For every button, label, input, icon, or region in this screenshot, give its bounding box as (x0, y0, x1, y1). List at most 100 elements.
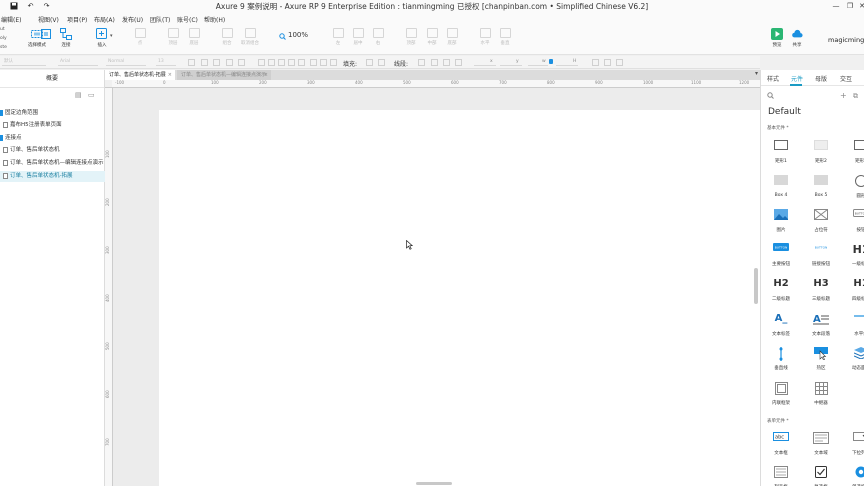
widget-vline[interactable]: 垂直线 (763, 347, 799, 371)
widget-paragraph[interactable]: A 文本段落 (803, 313, 839, 337)
tab-close-icon[interactable]: × (168, 70, 172, 80)
folder-row[interactable]: 连接点 (0, 133, 105, 144)
insert-dropdown-icon[interactable]: ▾ (110, 33, 113, 39)
menu-team[interactable]: 团队(T) (150, 15, 170, 24)
widget-hline[interactable]: 水平线 (843, 313, 864, 337)
copy-label[interactable]: oly (0, 36, 7, 41)
add-library-icon[interactable]: + (840, 91, 847, 100)
fill-color-swatch[interactable] (366, 59, 373, 66)
group-tool[interactable]: 组合 (216, 28, 238, 46)
cut-label[interactable]: ut (0, 27, 5, 32)
menu-layout[interactable]: 布局(A) (94, 15, 115, 24)
tab-close-icon[interactable]: × (264, 70, 268, 80)
tab-list-icon[interactable]: ▾ (755, 70, 758, 77)
menu-publish[interactable]: 发布(U) (122, 15, 143, 24)
horizontal-scrollbar[interactable] (416, 482, 452, 485)
widget-button[interactable]: BUTTON 按钮 (843, 209, 864, 233)
tab-style[interactable]: 样式 (767, 74, 779, 83)
widget-h4[interactable]: H1 四级标题 (843, 278, 864, 302)
font-family-select[interactable]: Arial (58, 58, 98, 66)
align-middle-tool[interactable]: 中部 (421, 28, 443, 46)
preview-button[interactable]: 预览 (766, 28, 788, 48)
widget-dropdown[interactable]: 下拉列表 (843, 432, 864, 456)
y-field[interactable]: y (500, 58, 522, 66)
valign-top-icon[interactable] (310, 59, 317, 66)
align-bottom-tool[interactable]: 底部 (441, 28, 463, 46)
align-text-justify-icon[interactable] (298, 59, 305, 66)
valign-bottom-icon[interactable] (330, 59, 337, 66)
menu-account[interactable]: 账号(C) (177, 15, 198, 24)
vertical-scrollbar[interactable] (754, 268, 758, 304)
widget-radio[interactable]: 单选按钮 (843, 466, 864, 486)
underline-icon[interactable] (226, 59, 233, 66)
widget-placeholder[interactable]: 占位符 (803, 209, 839, 233)
lock-ratio-icon[interactable] (549, 59, 553, 64)
arrow-style-icon[interactable] (455, 59, 462, 66)
widget-h1[interactable]: H1 一级标题 (843, 243, 864, 267)
opacity-icon[interactable] (616, 59, 623, 66)
widget-hotspot[interactable]: 热区 (803, 347, 839, 371)
library-select[interactable]: Default (768, 107, 801, 117)
align-left-tool[interactable]: 左 (327, 28, 349, 46)
select-mode-alt-button[interactable] (36, 28, 56, 40)
fill-gradient-swatch[interactable] (378, 59, 385, 66)
menu-project[interactable]: 项目(P) (67, 15, 87, 24)
align-text-left-icon[interactable] (268, 59, 275, 66)
widget-text-label[interactable]: A_ 文本标签 (763, 313, 799, 337)
widget-box[interactable]: Box 4 (763, 175, 799, 198)
tab-interactions[interactable]: 交互 (840, 74, 852, 83)
page-row[interactable]: 订单、售后单状态机—编辑连接点演示 (0, 158, 105, 169)
align-right-tool[interactable]: 右 (367, 28, 389, 46)
paste-label[interactable]: ste (0, 45, 7, 50)
bring-front-tool[interactable]: 顶层 (162, 28, 184, 46)
widget-primary-button[interactable]: BUTTON 主要按钮 (763, 243, 799, 267)
bold-icon[interactable] (201, 59, 208, 66)
widget-circle[interactable]: 圆形 (843, 175, 864, 199)
tab-page-active[interactable]: 订单、售后单状态机-拓展 × (105, 70, 175, 80)
widget-h2[interactable]: H2 二级标题 (763, 278, 799, 302)
widget-dynamic-panel[interactable]: 动态面板 (843, 347, 864, 371)
menu-edit[interactable]: 编辑(E) (1, 15, 21, 24)
basic-widgets-section[interactable]: 基本元件 * (767, 125, 789, 131)
corner-radius-icon[interactable] (604, 59, 611, 66)
align-text-center-icon[interactable] (278, 59, 285, 66)
add-folder-icon[interactable]: ▭ (88, 91, 95, 99)
tab-widgets[interactable]: 元件 (791, 74, 803, 83)
widget-textbox[interactable]: abc 文本框 (763, 432, 799, 456)
list-icon[interactable] (258, 59, 265, 66)
widget-checkbox[interactable]: 复选框 (803, 466, 839, 486)
folder-row[interactable]: 固定边角范围 (0, 108, 105, 119)
distribute-v-tool[interactable]: 垂直 (494, 28, 516, 46)
strikethrough-icon[interactable] (238, 59, 245, 66)
line-color-swatch[interactable] (418, 59, 425, 66)
font-size-select[interactable]: 13 (156, 58, 176, 66)
menu-help[interactable]: 帮助(H) (204, 15, 225, 24)
width-field[interactable]: w (528, 58, 548, 66)
page-row[interactable]: 嘉布H5注册表单页面 (0, 120, 105, 131)
align-text-right-icon[interactable] (288, 59, 295, 66)
widget-rect[interactable]: 矩形1 (763, 140, 799, 164)
text-color-icon[interactable] (188, 59, 195, 66)
widget-rect-gray[interactable]: 矩形2 (803, 140, 839, 164)
tab-page-inactive[interactable]: 订单、售后单状态机—编辑连接点演示 × (177, 70, 271, 80)
tab-masters[interactable]: 母版 (815, 74, 827, 83)
widget-image[interactable]: 图片 (763, 209, 799, 233)
font-weight-select[interactable]: Normal (106, 58, 146, 66)
line-width-icon[interactable] (431, 59, 438, 66)
widget-listbox[interactable]: 列表框 (763, 466, 799, 486)
ungroup-tool[interactable]: 取消组合 (239, 28, 261, 46)
distribute-h-tool[interactable]: 水平 (474, 28, 496, 46)
add-page-icon[interactable]: ▤ (75, 91, 82, 99)
widget-link-button[interactable]: BUTTON 链接按钮 (803, 243, 839, 268)
page-row[interactable]: 订单、售后单状态机-拓展 (0, 171, 105, 182)
rotation-icon[interactable] (592, 59, 599, 66)
widget-rect[interactable]: 矩形3 (843, 140, 864, 164)
align-top-tool[interactable]: 顶部 (400, 28, 422, 46)
library-menu-icon[interactable]: ⧉ (853, 92, 858, 101)
valign-middle-icon[interactable] (320, 59, 327, 66)
connect-button[interactable]: 连接 (55, 28, 77, 48)
page-row[interactable]: 订单、售后单状态机 (0, 145, 105, 156)
point-tool[interactable]: 点 (129, 28, 151, 46)
artboard[interactable] (159, 110, 760, 486)
minimize-icon[interactable]: — (829, 1, 843, 11)
